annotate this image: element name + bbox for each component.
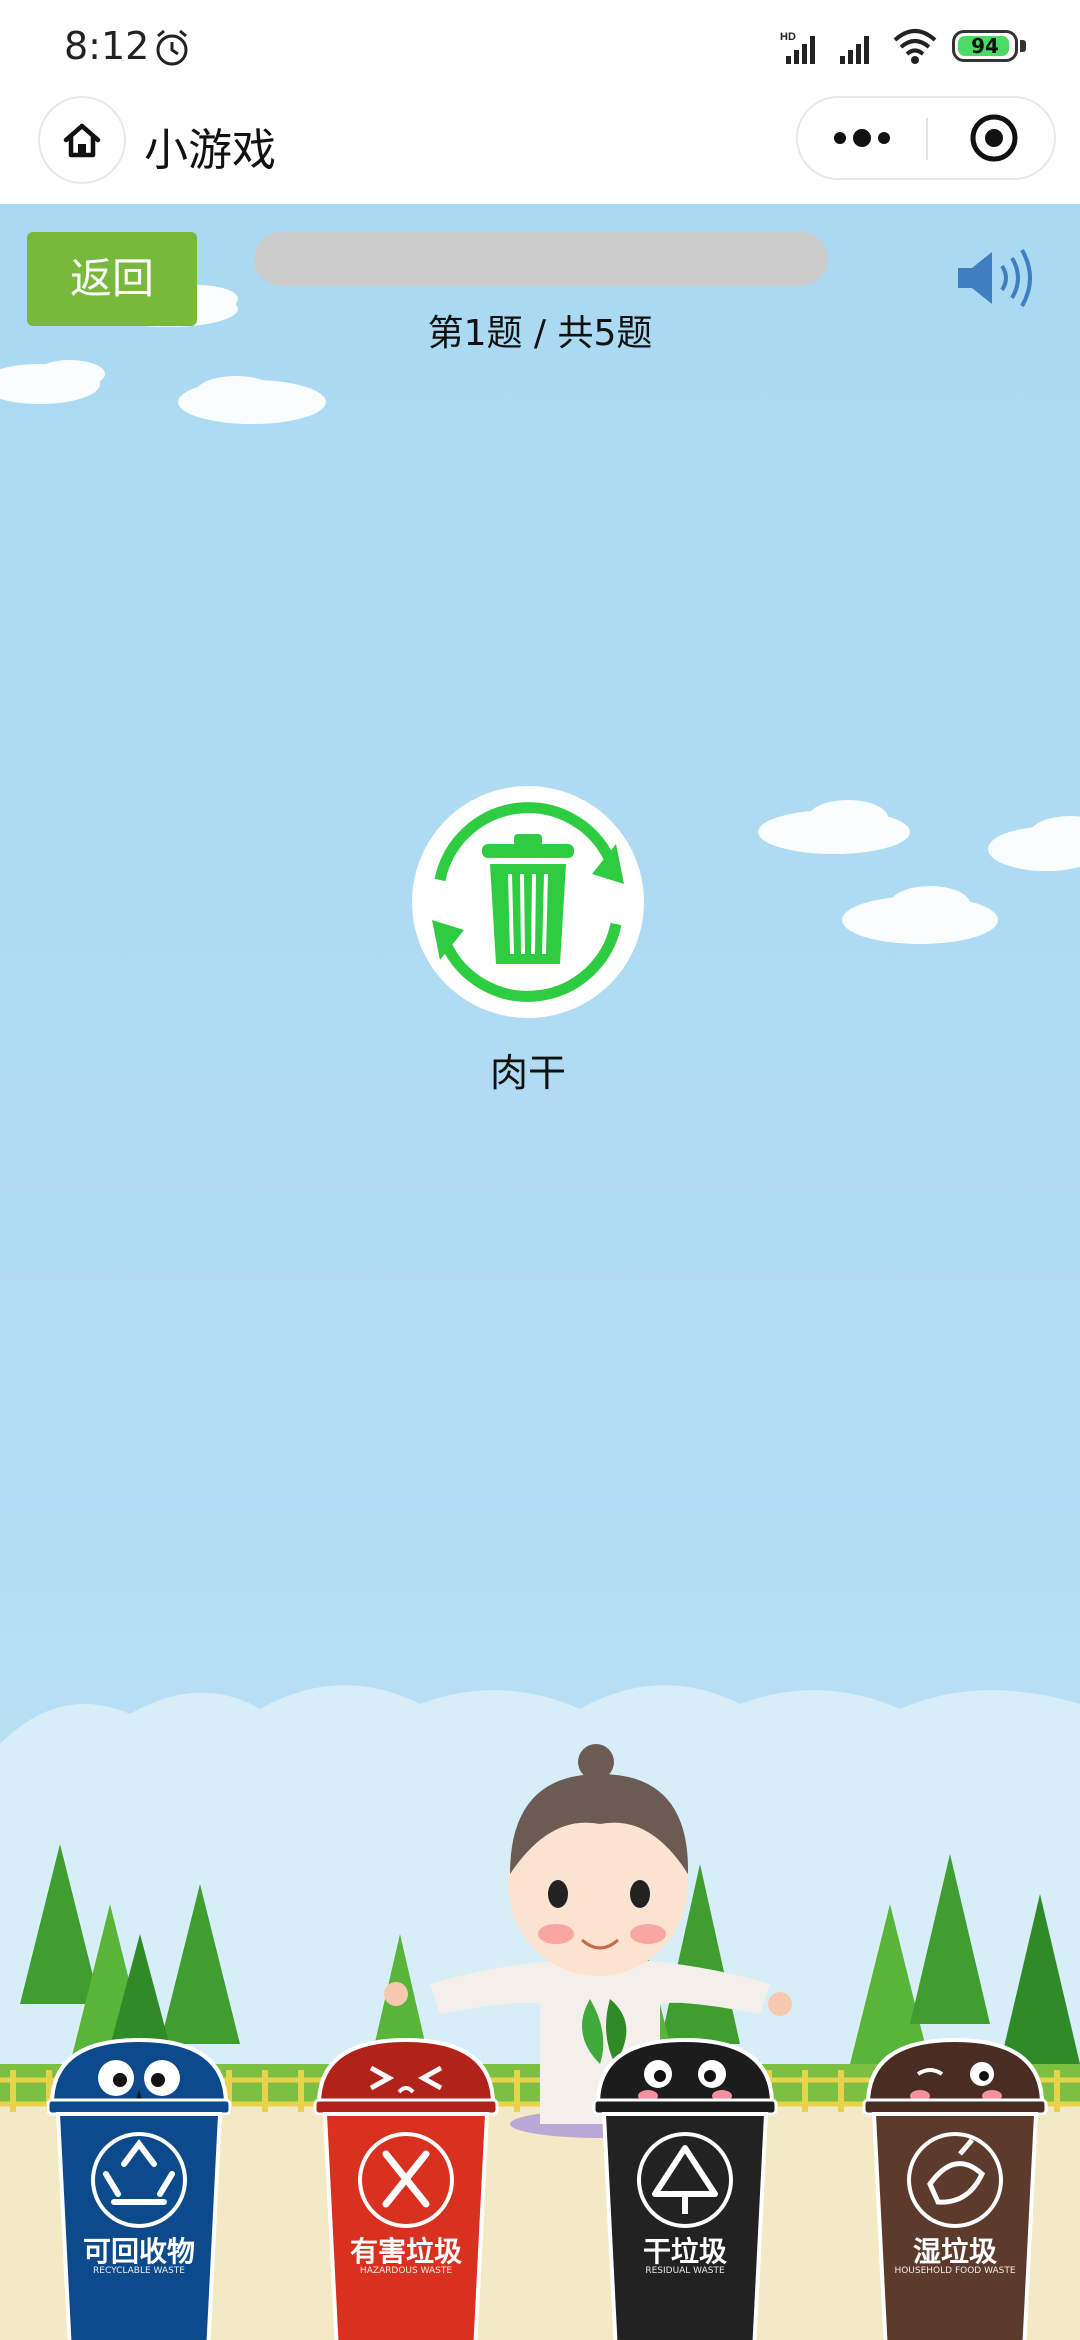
bin-residual[interactable]: 干垃圾 RESIDUAL WASTE	[590, 2034, 780, 2340]
signal-icon	[840, 36, 869, 64]
more-button[interactable]	[798, 98, 926, 178]
status-bar: 8:12 HD 94	[0, 0, 1080, 90]
bin-sub-residual: RESIDUAL WASTE	[645, 2266, 725, 2276]
bin-label-recyclable: 可回收物	[82, 2235, 195, 2268]
wifi-icon	[893, 29, 937, 64]
bin-food-waste[interactable]: 湿垃圾 HOUSEHOLD FOOD WASTE	[860, 2034, 1050, 2340]
more-dots-icon	[834, 129, 890, 147]
close-miniprogram-button[interactable]	[928, 98, 1054, 178]
question-counter: 第1题 / 共5题	[427, 313, 653, 354]
food-waste-icon	[862, 2037, 1048, 2340]
bin-label-food-waste: 湿垃圾	[912, 2235, 997, 2268]
home-button[interactable]	[38, 96, 126, 184]
nav-bar: 小游戏	[0, 90, 1080, 204]
sound-button[interactable]	[954, 240, 1038, 316]
bin-sub-recyclable: RECYCLABLE WASTE	[93, 2266, 185, 2276]
target-icon	[970, 114, 1018, 162]
bin-sub-hazardous: HAZARDOUS WASTE	[359, 2266, 453, 2276]
recycle-icon	[46, 2037, 232, 2340]
page-title: 小游戏	[144, 125, 276, 176]
home-icon	[63, 123, 101, 158]
alarm-icon	[156, 29, 188, 66]
hd-signal-icon: HD	[780, 31, 815, 64]
bin-sub-food-waste: HOUSEHOLD FOOD WASTE	[894, 2266, 1016, 2276]
progress-bar	[254, 232, 828, 286]
battery-level: 94	[971, 34, 999, 58]
item-name: 肉干	[489, 1051, 566, 1095]
capsule-menu	[796, 96, 1056, 180]
hazardous-icon	[313, 2037, 499, 2340]
bin-hazardous[interactable]: 有害垃圾 HAZARDOUS WASTE	[311, 2034, 501, 2340]
svg-text:HD: HD	[780, 31, 796, 43]
background-scenery	[0, 285, 1080, 2340]
game-area: 返回 第1题 / 共5题 肉干 可回收物 RECYCLABLE WASTE 有害…	[0, 204, 1080, 2340]
battery-tip	[1020, 40, 1026, 52]
bin-label-hazardous: 有害垃圾	[349, 2235, 462, 2268]
bin-label-residual: 干垃圾	[642, 2235, 727, 2268]
sound-icon	[958, 249, 1032, 307]
bin-recyclable[interactable]: 可回收物 RECYCLABLE WASTE	[44, 2034, 234, 2340]
residual-icon	[592, 2037, 778, 2340]
trash-can-icon[interactable]	[410, 784, 646, 1020]
status-time: 8:12	[64, 24, 150, 68]
battery-icon: 94	[952, 30, 1018, 62]
